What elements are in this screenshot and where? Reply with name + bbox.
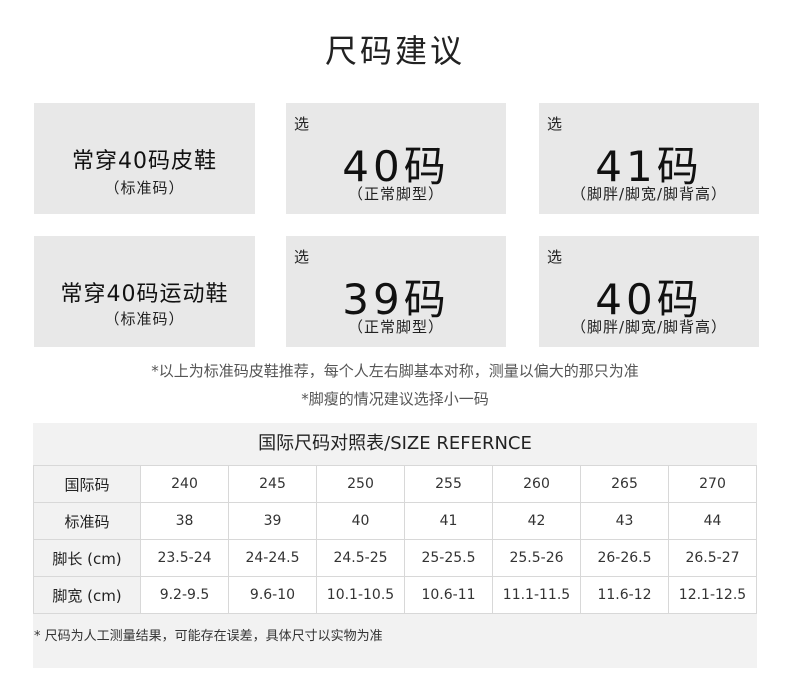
choose-tag: 选 [547,248,563,266]
recommendation-option-card: 选 41码 （脚胖/脚宽/脚背高） [539,103,759,214]
choose-tag: 选 [294,115,310,133]
row-header: 标准码 [33,502,141,540]
choose-tag: 选 [294,248,310,266]
table-row: 脚长 (cm) 23.5-24 24-24.5 24.5-25 25-25.5 … [33,539,757,577]
table-cell: 10.6-11 [404,576,493,614]
foot-type-desc: （脚胖/脚宽/脚背高） [570,185,728,203]
table-row: 脚宽 (cm) 9.2-9.5 9.6-10 10.1-10.5 10.6-11… [33,576,757,614]
table-cell: 245 [228,465,317,503]
size-chart-title: 国际尺码对照表/SIZE REFERNCE [258,433,532,454]
table-cell: 42 [492,502,581,540]
usual-size-sublabel: （标准码） [104,179,185,197]
table-cell: 260 [492,465,581,503]
table-cell: 9.2-9.5 [140,576,229,614]
table-cell: 26-26.5 [580,539,669,577]
size-table: 国际码 240 245 250 255 260 265 270 标准码 38 3… [33,465,757,614]
recommendation-label-card: 常穿40码皮鞋 （标准码） [34,103,255,214]
table-cell: 23.5-24 [140,539,229,577]
table-cell: 25-25.5 [404,539,493,577]
usual-size-label: 常穿40码运动鞋 [60,282,229,307]
table-cell: 10.1-10.5 [316,576,405,614]
table-cell: 255 [404,465,493,503]
slim-foot-note: *脚瘦的情况建议选择小一码 [301,390,489,408]
table-row: 标准码 38 39 40 41 42 43 44 [33,502,757,540]
table-cell: 12.1-12.5 [668,576,757,614]
recommendation-label-card: 常穿40码运动鞋 （标准码） [34,236,255,347]
table-cell: 41 [404,502,493,540]
table-cell: 44 [668,502,757,540]
foot-type-desc: （正常脚型） [347,318,444,336]
page-title: 尺码建议 [324,32,465,70]
table-cell: 39 [228,502,317,540]
recommendation-option-card: 选 40码 （脚胖/脚宽/脚背高） [539,236,759,347]
table-cell: 24.5-25 [316,539,405,577]
table-cell: 26.5-27 [668,539,757,577]
table-cell: 40 [316,502,405,540]
table-cell: 250 [316,465,405,503]
table-cell: 11.6-12 [580,576,669,614]
table-cell: 9.6-10 [228,576,317,614]
recommendation-option-card: 选 39码 （正常脚型） [286,236,506,347]
table-cell: 24-24.5 [228,539,317,577]
recommendation-option-card: 选 40码 （正常脚型） [286,103,506,214]
usual-size-sublabel: （标准码） [104,310,185,328]
table-cell: 270 [668,465,757,503]
measurement-footnote: * 尺码为人工测量结果，可能存在误差，具体尺寸以实物为准 [34,629,383,644]
recommendation-note: *以上为标准码皮鞋推荐，每个人左右脚基本对称，测量以偏大的那只为准 [151,362,639,380]
table-cell: 11.1-11.5 [492,576,581,614]
table-cell: 38 [140,502,229,540]
foot-type-desc: （脚胖/脚宽/脚背高） [570,318,728,336]
table-cell: 240 [140,465,229,503]
table-cell: 43 [580,502,669,540]
usual-size-label: 常穿40码皮鞋 [72,149,217,174]
choose-tag: 选 [547,115,563,133]
row-header: 脚宽 (cm) [33,576,141,614]
table-cell: 265 [580,465,669,503]
row-header: 脚长 (cm) [33,539,141,577]
table-cell: 25.5-26 [492,539,581,577]
table-row: 国际码 240 245 250 255 260 265 270 [33,465,757,503]
foot-type-desc: （正常脚型） [347,185,444,203]
row-header: 国际码 [33,465,141,503]
